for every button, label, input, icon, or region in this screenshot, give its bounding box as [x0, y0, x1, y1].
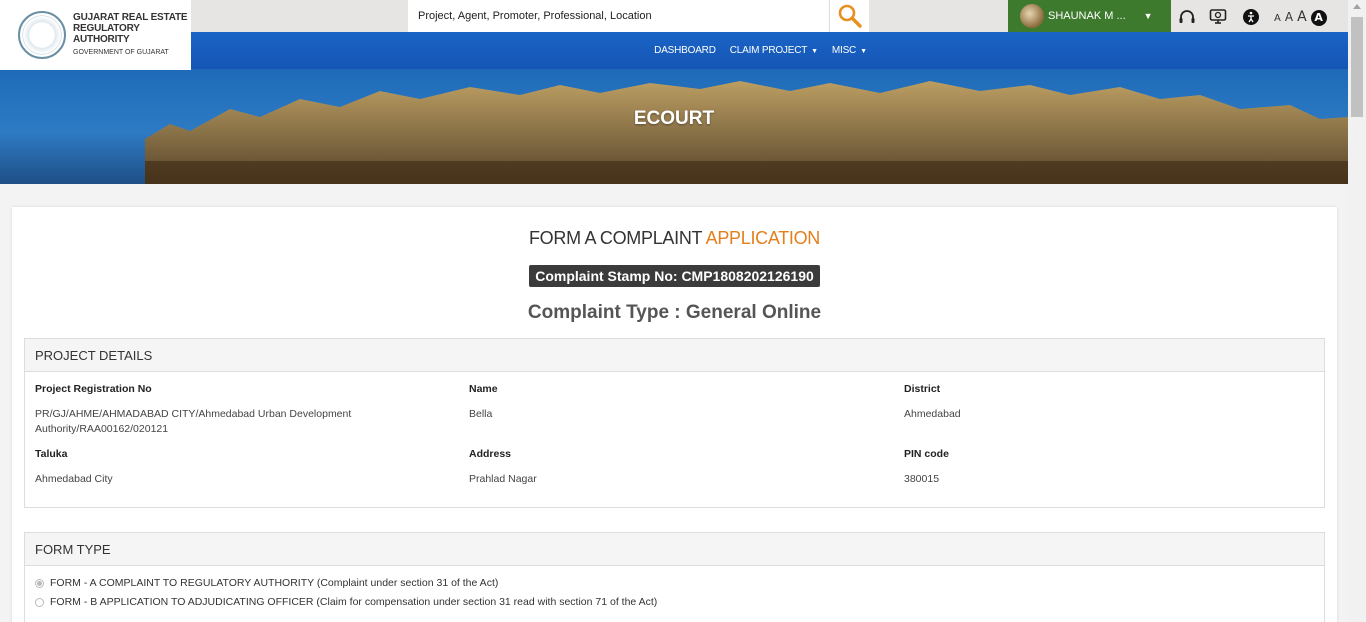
form-type-heading: FORM TYPE	[25, 533, 1324, 566]
form-title: FORM A COMPLAINT APPLICATION	[12, 228, 1337, 249]
form-a-option[interactable]: FORM - A COMPLAINT TO REGULATORY AUTHORI…	[35, 577, 498, 589]
field-value: Prahlad Nagar	[469, 473, 537, 485]
form-title-accent: APPLICATION	[705, 228, 821, 248]
user-menu[interactable]: SHAUNAK M ... ▼	[1008, 0, 1171, 32]
complaint-type: Complaint Type : General Online	[527, 302, 822, 323]
field-value: Bella	[469, 408, 493, 420]
field-value: 380015	[904, 473, 940, 485]
search-icon	[838, 4, 862, 28]
complaint-stamp-badge: Complaint Stamp No: CMP1808202126190	[529, 265, 820, 287]
form-b-option[interactable]: FORM - B APPLICATION TO ADJUDICATING OFF…	[35, 596, 657, 608]
chevron-down-icon: ▼	[860, 48, 867, 55]
complaint-form-card: FORM A COMPLAINT APPLICATION Complaint S…	[12, 207, 1337, 622]
screen-reader-icon[interactable]	[1209, 8, 1227, 26]
nav-dashboard[interactable]: DASHBOARD	[654, 45, 716, 56]
field-label: Address	[469, 448, 512, 460]
font-reset-button[interactable]: A	[1285, 10, 1293, 24]
logo-line-2: REGULATORY AUTHORITY	[73, 23, 140, 45]
field-address: Address Prahlad Nagar	[469, 448, 849, 487]
form-a-radio[interactable]	[35, 578, 44, 588]
field-label: Project Registration No	[35, 383, 152, 395]
nav-dashboard-label: DASHBOARD	[654, 45, 716, 56]
font-decrease-button[interactable]: A	[1274, 13, 1281, 24]
field-label: Taluka	[35, 448, 68, 460]
field-value: Ahmedabad	[904, 408, 961, 420]
project-details-panel: PROJECT DETAILS Project Registration No …	[24, 338, 1325, 508]
nav-claim-project[interactable]: CLAIM PROJECT ▼	[730, 45, 818, 56]
accessibility-icon[interactable]	[1242, 8, 1260, 26]
search-input[interactable]: Project, Agent, Promoter, Professional, …	[408, 0, 829, 32]
logo-line-1: GUJARAT REAL ESTATE	[73, 12, 188, 23]
form-a-label: FORM - A COMPLAINT TO REGULATORY AUTHORI…	[50, 577, 499, 589]
page-scrollbar[interactable]	[1348, 0, 1366, 622]
main-nav: DASHBOARD CLAIM PROJECT ▼ MISC ▼	[191, 32, 1348, 69]
form-b-radio[interactable]	[35, 597, 44, 607]
logo-line-3: GOVERNMENT OF GUJARAT	[73, 49, 169, 56]
field-pin-code: PIN code 380015	[904, 448, 1284, 487]
field-label: PIN code	[904, 448, 949, 460]
field-label: District	[904, 383, 941, 395]
page-title: ECOURT	[633, 108, 715, 129]
site-logo[interactable]: GUJARAT REAL ESTATE REGULATORY AUTHORITY…	[0, 0, 191, 70]
avatar	[1020, 4, 1044, 28]
project-details-heading: PROJECT DETAILS	[25, 339, 1324, 372]
form-b-label: FORM - B APPLICATION TO ADJUDICATING OFF…	[50, 596, 658, 608]
nav-claim-project-label: CLAIM PROJECT	[729, 45, 808, 56]
high-contrast-button[interactable]: A	[1310, 9, 1327, 26]
headset-icon[interactable]	[1178, 8, 1196, 26]
font-size-controls: A A A A	[1274, 9, 1327, 26]
nav-misc-label: MISC	[831, 45, 857, 56]
chevron-down-icon: ▼	[1143, 11, 1153, 21]
field-taluka: Taluka Ahmedabad City	[35, 448, 415, 487]
field-value: Ahmedabad City	[35, 473, 113, 485]
field-value: PR/GJ/AHME/AHMADABAD CITY/Ahmedabad Urba…	[35, 408, 352, 435]
font-increase-button[interactable]: A	[1297, 9, 1307, 25]
search-button[interactable]	[829, 0, 869, 32]
chevron-down-icon: ▼	[811, 48, 818, 55]
logo-text: GUJARAT REAL ESTATE REGULATORY AUTHORITY…	[73, 12, 191, 58]
nav-misc[interactable]: MISC ▼	[832, 45, 867, 56]
field-label: Name	[469, 383, 498, 395]
field-project-registration: Project Registration No PR/GJ/AHME/AHMAD…	[35, 383, 415, 437]
scroll-up-icon[interactable]	[1353, 4, 1361, 9]
scrollbar-thumb[interactable]	[1351, 17, 1363, 117]
form-title-main: FORM A COMPLAINT	[528, 228, 702, 248]
field-district: District Ahmedabad	[904, 383, 1284, 422]
form-type-panel: FORM TYPE FORM - A COMPLAINT TO REGULATO…	[24, 532, 1325, 622]
page-banner: ECOURT	[0, 69, 1348, 184]
user-name: SHAUNAK M ...	[1048, 10, 1126, 22]
emblem-icon	[18, 11, 66, 59]
field-name: Name Bella	[469, 383, 849, 422]
